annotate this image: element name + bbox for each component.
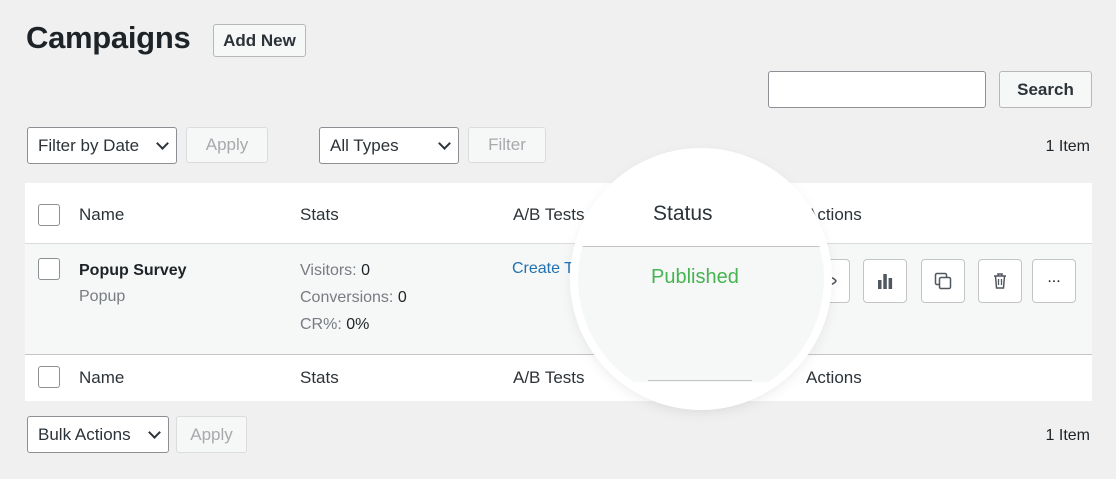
filter-by-date-label: Filter by Date [38, 135, 140, 155]
magnifier-divider-bottom [648, 380, 752, 381]
campaign-type: Popup [79, 288, 126, 305]
visitors-value: 0 [361, 262, 370, 279]
table-footer-row: Name Stats A/B Tests Actions [25, 355, 1092, 401]
cr-value: 0% [346, 316, 370, 333]
type-select[interactable]: All Types [319, 127, 459, 164]
ellipsis-icon: ... [1047, 269, 1061, 286]
filter-by-date-select[interactable]: Filter by Date [27, 127, 177, 164]
type-select-label: All Types [330, 135, 399, 155]
column-ab-tests: A/B Tests [513, 205, 585, 224]
page-title: Campaigns [26, 20, 191, 55]
chevron-down-icon [438, 136, 451, 150]
status-magnifier: Status Published [578, 156, 824, 402]
stats-conversions: Conversions: 0 [300, 289, 407, 307]
campaign-name-link[interactable]: Popup Survey [79, 262, 187, 280]
filter-button[interactable]: Filter [468, 127, 546, 163]
table-header-row: Name Stats A/B Tests Actions [25, 183, 1092, 244]
bar-chart-icon [878, 274, 893, 289]
column-stats: Stats [300, 205, 339, 224]
trash-icon [994, 273, 1006, 289]
column-actions: Actions [806, 205, 862, 224]
status-badge: Published [651, 266, 739, 288]
visitors-label: Visitors: [300, 262, 357, 279]
chevron-down-icon [156, 136, 169, 150]
stats-button[interactable] [863, 259, 907, 303]
select-all-checkbox-footer[interactable] [38, 366, 60, 388]
duplicate-icon [934, 272, 952, 290]
duplicate-button[interactable] [921, 259, 965, 303]
select-all-checkbox[interactable] [38, 204, 60, 226]
column-stats-footer: Stats [300, 368, 339, 387]
add-new-button[interactable]: Add New [213, 24, 306, 57]
chevron-down-icon [148, 425, 161, 439]
item-count-bottom: 1 Item [1045, 427, 1090, 444]
bulk-actions-label: Bulk Actions [38, 424, 131, 444]
create-ab-test-link[interactable]: Create Te [512, 260, 581, 278]
conversions-label: Conversions: [300, 289, 394, 306]
delete-button[interactable] [978, 259, 1022, 303]
bulk-actions-select[interactable]: Bulk Actions [27, 416, 169, 453]
column-name[interactable]: Name [79, 205, 124, 225]
column-ab-tests-footer: A/B Tests [513, 368, 585, 387]
conversions-value: 0 [397, 289, 407, 306]
bulk-apply-button[interactable]: Apply [176, 416, 247, 453]
row-checkbox[interactable] [38, 258, 60, 280]
item-count: 1 Item [1045, 138, 1090, 155]
table-row: Popup Survey Popup Visitors: 0 Conversio… [25, 244, 1092, 355]
column-name-footer[interactable]: Name [79, 368, 124, 388]
magnifier-divider [578, 246, 824, 247]
search-button[interactable]: Search [999, 71, 1092, 108]
more-actions-button[interactable]: ... [1032, 259, 1076, 303]
column-status: Status [653, 202, 713, 225]
search-input[interactable] [768, 71, 986, 108]
cr-label: CR%: [300, 316, 342, 333]
stats-cr: CR%: 0% [300, 316, 369, 334]
stats-visitors: Visitors: 0 [300, 262, 370, 280]
apply-filter-button[interactable]: Apply [186, 127, 268, 163]
